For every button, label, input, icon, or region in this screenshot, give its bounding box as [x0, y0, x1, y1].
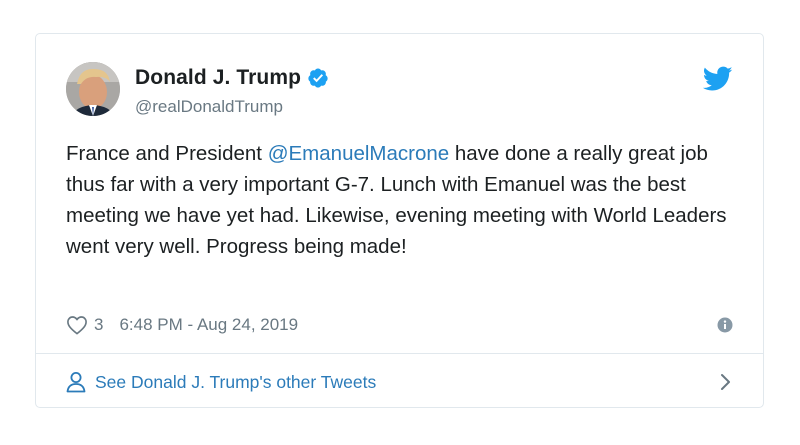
tweet-timestamp[interactable]: 6:48 PM - Aug 24, 2019 — [119, 315, 298, 335]
tweet-meta: 3 6:48 PM - Aug 24, 2019 — [66, 313, 733, 337]
mention-link[interactable]: @EmanuelMacrone — [268, 142, 449, 165]
user-handle[interactable]: @realDonaldTrump — [135, 97, 283, 117]
twitter-bird-icon[interactable] — [702, 66, 733, 92]
tweet-text: France and President @EmanuelMacrone hav… — [66, 138, 736, 262]
chevron-right-icon[interactable] — [719, 372, 733, 392]
other-tweets-label[interactable]: See Donald J. Trump's other Tweets — [95, 372, 376, 393]
like-count[interactable]: 3 — [94, 315, 103, 335]
name-row: Donald J. Trump — [135, 66, 329, 90]
info-icon[interactable] — [717, 317, 733, 333]
tweet-header: Donald J. Trump @realDonaldTrump — [66, 62, 733, 122]
other-tweets-link[interactable]: See Donald J. Trump's other Tweets — [66, 368, 733, 396]
person-icon — [66, 371, 86, 393]
heart-icon[interactable] — [66, 315, 88, 335]
avatar-image — [66, 62, 120, 116]
tweet-text-before-mention: France and President — [66, 142, 268, 165]
display-name[interactable]: Donald J. Trump — [135, 66, 301, 90]
verified-badge-icon — [307, 67, 329, 89]
divider — [36, 353, 763, 354]
avatar[interactable] — [66, 62, 120, 116]
tweet-card: Donald J. Trump @realDonaldTrump France … — [35, 33, 764, 408]
